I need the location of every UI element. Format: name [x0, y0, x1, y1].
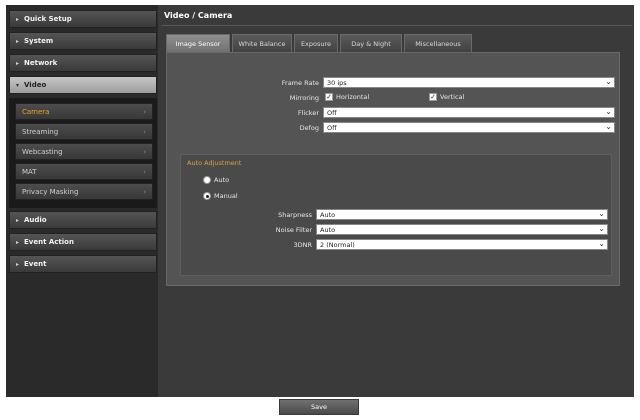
sidebar-item-quick-setup[interactable]: ▸ Quick Setup	[9, 10, 157, 28]
mirroring-vertical-checkbox[interactable]: ✓ Vertical	[429, 93, 464, 101]
sharpness-label: Sharpness	[278, 211, 312, 219]
chevron-right-icon: ›	[143, 167, 146, 176]
main-content: Video / Camera Image Sensor White Balanc…	[158, 5, 634, 397]
noise-filter-value: Auto	[320, 225, 336, 234]
footer-bar: Save	[6, 397, 634, 415]
sidebar-item-label: Event Action	[24, 238, 74, 246]
defog-value: Off	[327, 123, 337, 132]
submenu-item-privacy-masking[interactable]: Privacy Masking ›	[15, 183, 153, 200]
chevron-right-icon: ›	[143, 127, 146, 136]
submenu-item-label: Camera	[22, 107, 50, 116]
sidebar-item-label: Video	[24, 81, 47, 89]
sidebar-item-video[interactable]: ▾ Video	[9, 76, 157, 94]
chevron-right-icon: ▸	[16, 260, 20, 268]
sharpness-select[interactable]: Auto ⌄	[316, 209, 608, 220]
chevron-down-icon: ⌄	[598, 239, 605, 248]
flicker-select[interactable]: Off ⌄	[323, 107, 615, 118]
sidebar-item-audio[interactable]: ▸ Audio	[9, 211, 157, 229]
sidebar-item-network[interactable]: ▸ Network	[9, 54, 157, 72]
divider	[162, 25, 632, 26]
tab-white-balance[interactable]: White Balance	[232, 34, 292, 52]
submenu-item-camera[interactable]: Camera ›	[15, 103, 153, 120]
chevron-down-icon: ▾	[16, 81, 20, 89]
chevron-down-icon: ⌄	[598, 224, 605, 233]
flicker-value: Off	[327, 108, 337, 117]
image-sensor-panel: Frame Rate 30 ips ⌄ Mirroring ✓ Horizont…	[166, 52, 620, 286]
auto-adjustment-group: Auto Adjustment Auto Manual Sharpness Au…	[180, 154, 612, 276]
manual-radio-label: Manual	[214, 192, 238, 200]
submenu-item-label: MAT	[22, 167, 37, 176]
mirroring-label: Mirroring	[289, 94, 319, 102]
chevron-right-icon: ▸	[16, 37, 20, 45]
dnr-value: 2 (Normal)	[320, 240, 355, 249]
submenu-item-streaming[interactable]: Streaming ›	[15, 123, 153, 140]
sidebar-item-label: Event	[24, 260, 47, 268]
horizontal-label: Horizontal	[336, 93, 370, 101]
dnr-label: 3DNR	[293, 241, 312, 249]
frame-rate-value: 30 ips	[327, 78, 347, 87]
vertical-label: Vertical	[440, 93, 465, 101]
chevron-right-icon: ›	[143, 147, 146, 156]
sidebar: ▸ Quick Setup ▸ System ▸ Network ▾ Video…	[6, 5, 158, 397]
noise-filter-select[interactable]: Auto ⌄	[316, 224, 608, 235]
manual-radio[interactable]: Manual	[203, 192, 238, 200]
tab-day-night[interactable]: Day & Night	[340, 34, 402, 52]
check-icon: ✓	[429, 93, 437, 101]
chevron-right-icon: ›	[143, 107, 146, 116]
chevron-right-icon: ▸	[16, 59, 20, 67]
sharpness-value: Auto	[320, 210, 336, 219]
tab-exposure[interactable]: Exposure	[294, 34, 338, 52]
sidebar-item-system[interactable]: ▸ System	[9, 32, 157, 50]
submenu-item-label: Webcasting	[22, 147, 63, 156]
check-icon: ✓	[325, 93, 333, 101]
auto-radio-label: Auto	[214, 176, 230, 184]
submenu-item-label: Streaming	[22, 127, 59, 136]
page-title: Video / Camera	[164, 11, 233, 20]
sidebar-item-label: Network	[24, 59, 58, 67]
defog-select[interactable]: Off ⌄	[323, 122, 615, 133]
frame-rate-label: Frame Rate	[281, 79, 319, 87]
radio-icon	[203, 176, 211, 184]
sidebar-item-event[interactable]: ▸ Event	[9, 255, 157, 273]
chevron-down-icon: ⌄	[605, 107, 612, 116]
chevron-right-icon: ▸	[16, 15, 20, 23]
sidebar-item-event-action[interactable]: ▸ Event Action	[9, 233, 157, 251]
noise-filter-label: Noise Filter	[275, 226, 312, 234]
mirroring-horizontal-checkbox[interactable]: ✓ Horizontal	[325, 93, 369, 101]
flicker-label: Flicker	[297, 109, 319, 117]
chevron-down-icon: ⌄	[605, 122, 612, 131]
tab-image-sensor[interactable]: Image Sensor	[166, 34, 230, 53]
app-window: ▸ Quick Setup ▸ System ▸ Network ▾ Video…	[6, 5, 634, 397]
submenu-item-label: Privacy Masking	[22, 187, 79, 196]
chevron-right-icon: ›	[143, 187, 146, 196]
video-submenu: Camera › Streaming › Webcasting › MAT › …	[9, 98, 157, 208]
tab-miscellaneous[interactable]: Miscellaneous	[404, 34, 472, 52]
chevron-down-icon: ⌄	[598, 209, 605, 218]
sidebar-item-label: Audio	[24, 216, 47, 224]
frame-rate-select[interactable]: 30 ips ⌄	[323, 77, 615, 88]
save-button[interactable]: Save	[279, 399, 359, 415]
auto-radio[interactable]: Auto	[203, 176, 229, 184]
sidebar-item-label: System	[24, 37, 54, 45]
submenu-item-webcasting[interactable]: Webcasting ›	[15, 143, 153, 160]
defog-label: Defog	[299, 124, 319, 132]
chevron-right-icon: ▸	[16, 216, 20, 224]
sidebar-item-label: Quick Setup	[24, 15, 72, 23]
submenu-item-mat[interactable]: MAT ›	[15, 163, 153, 180]
chevron-down-icon: ⌄	[605, 77, 612, 86]
radio-selected-icon	[203, 192, 211, 200]
chevron-right-icon: ▸	[16, 238, 20, 246]
auto-adjustment-title: Auto Adjustment	[187, 159, 242, 167]
dnr-select[interactable]: 2 (Normal) ⌄	[316, 239, 608, 250]
